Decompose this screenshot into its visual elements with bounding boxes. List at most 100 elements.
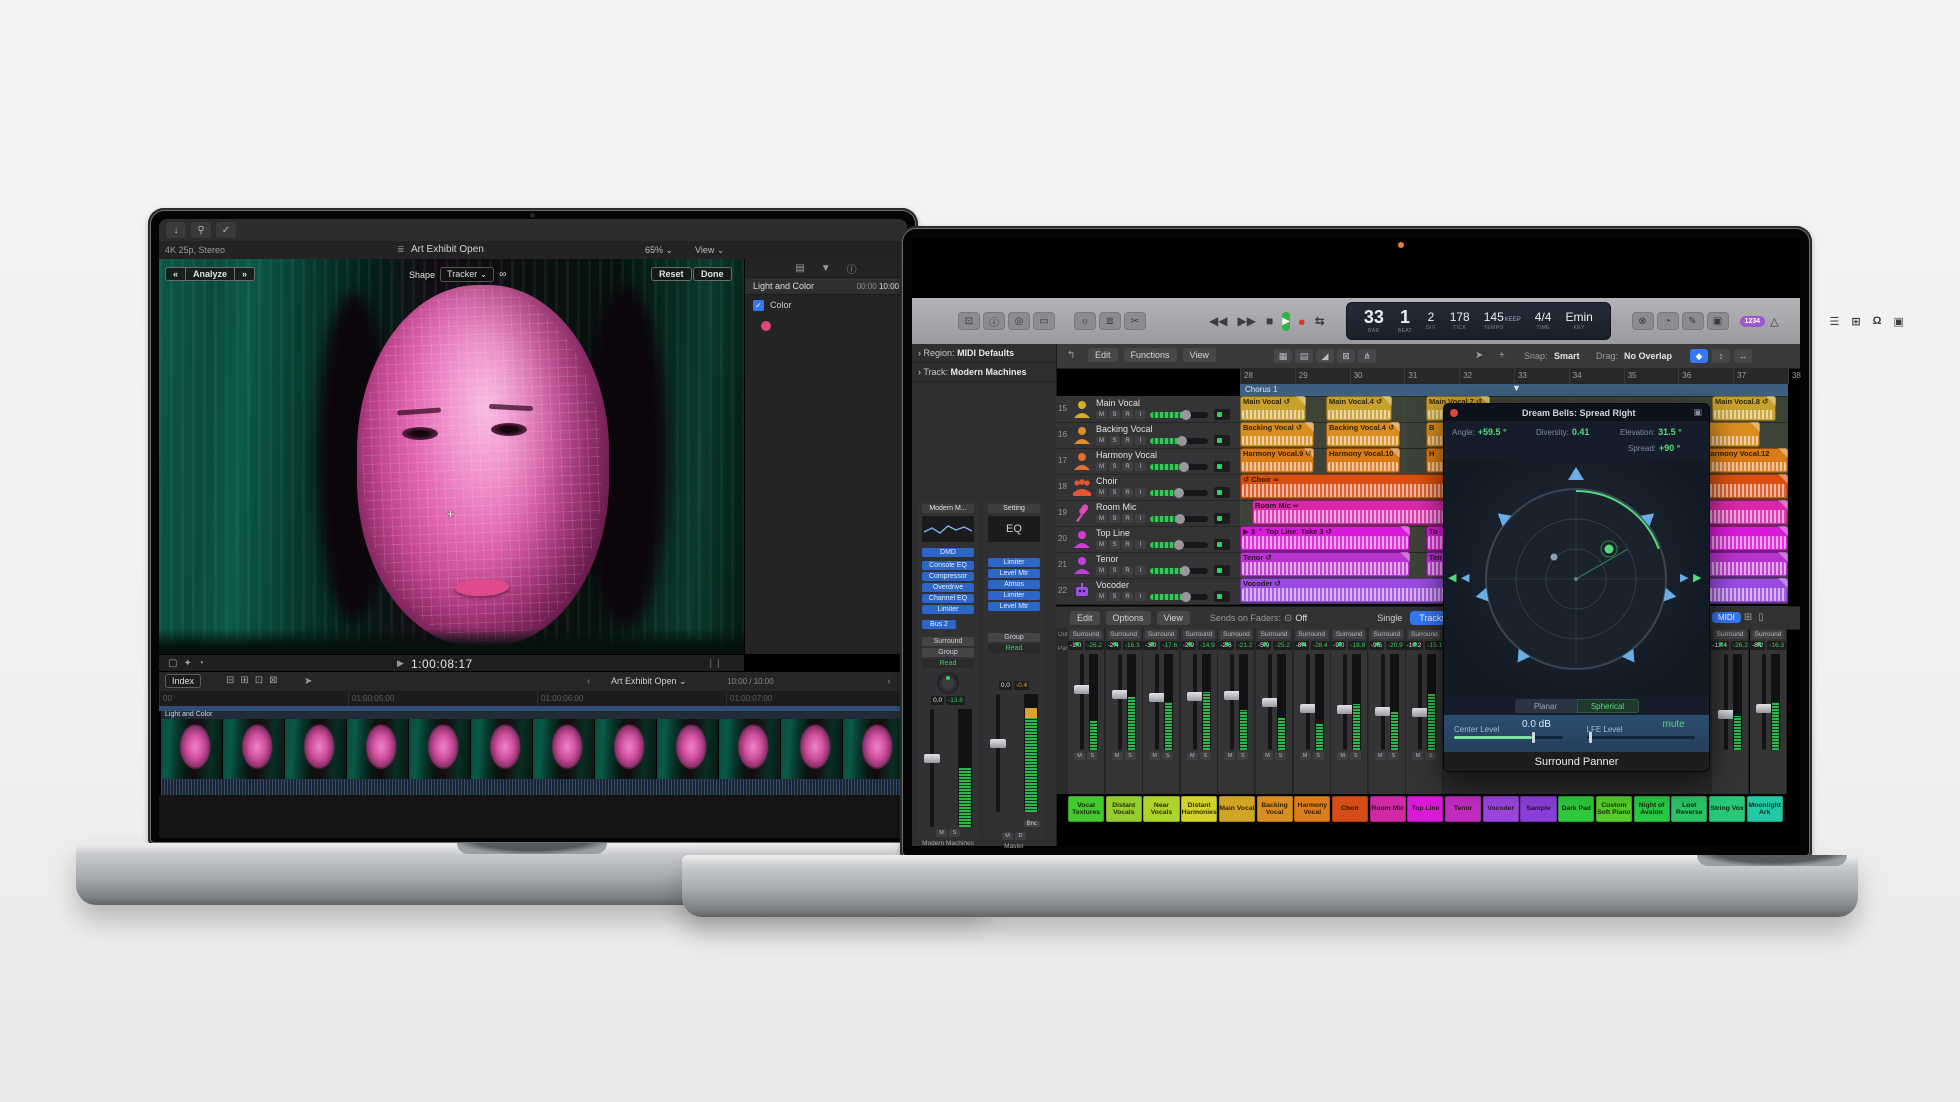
rewind-icon[interactable]: ◀◀ [1209, 314, 1227, 328]
cycle-icon[interactable]: ⇆ [1315, 314, 1325, 328]
mute-button[interactable]: M [1224, 752, 1235, 760]
fader-cap[interactable] [1112, 690, 1128, 699]
output-slot[interactable]: Surround [922, 637, 974, 646]
mute-button[interactable]: M [1096, 436, 1107, 445]
automation-mode[interactable]: Read [922, 659, 974, 668]
view-mode-icon[interactable]: ⋔ [1358, 349, 1376, 363]
view-dropdown[interactable]: View ⌄ [695, 245, 724, 256]
transport-view-icon[interactable]: ◎ [1008, 312, 1030, 330]
record-enable-button[interactable]: R [1122, 514, 1133, 523]
solo-button[interactable]: S [1109, 436, 1120, 445]
track-volume-slider[interactable] [1150, 516, 1208, 522]
channel-name-button[interactable]: String Vox [1709, 796, 1745, 822]
import-icon[interactable]: ↓ [165, 221, 187, 239]
pointer-tool-icon[interactable]: ➤ [1475, 350, 1483, 361]
track-header[interactable]: 18 Choir M S R I [1056, 474, 1240, 501]
fx-slot[interactable]: Limiter [988, 558, 1040, 567]
fader-cap[interactable] [1718, 710, 1734, 719]
input-monitor-button[interactable]: I [1135, 462, 1146, 471]
channel-name-button[interactable]: Dark Pad [1558, 796, 1594, 822]
channel-name-button[interactable]: Distant Vocals [1106, 796, 1142, 822]
drag-value[interactable]: No Overlap [1624, 351, 1672, 361]
mute-button[interactable]: M [936, 829, 947, 837]
vertical-zoom-icon[interactable]: ↕ [1712, 349, 1730, 363]
mixer-channel-strip[interactable]: Surround -9.6-20.9 M S [1369, 628, 1406, 794]
transport-view-icon[interactable]: ⊡ [958, 312, 980, 330]
solo-button[interactable]: S [1109, 488, 1120, 497]
dim-button[interactable]: D [1015, 832, 1026, 840]
pan-knob[interactable] [937, 672, 959, 694]
clip-tool-icon[interactable]: ⊠ [269, 675, 277, 686]
fx-slot[interactable]: Compressor [922, 572, 974, 581]
clip-tool-icon[interactable]: ⊞ [240, 675, 248, 686]
inspector-tab-icon[interactable]: ▼ [821, 263, 831, 274]
track-volume-slider[interactable] [1150, 594, 1208, 600]
mixer-channel-strip[interactable]: Surround -9.0-18.8 M S [1331, 628, 1368, 794]
channel-name-button[interactable]: Sample [1520, 796, 1556, 822]
solo-button[interactable]: S [1162, 752, 1173, 760]
viewer-tool-icon[interactable]: ✦ [183, 658, 191, 669]
planar-button[interactable]: Planar [1515, 699, 1577, 713]
fader-cap[interactable] [924, 754, 940, 763]
midi-button[interactable]: MIDI [1712, 612, 1741, 623]
mixer-channel-strip[interactable]: Surround -5.9-25.2 M S [1256, 628, 1293, 794]
audio-region[interactable]: Harmony Vocal.10 [1326, 448, 1400, 473]
transport-icon[interactable]: ⊗ [1632, 312, 1654, 330]
play-icon[interactable]: ▶ [397, 658, 404, 669]
mixer-channel-strip[interactable]: Surround -2.9-14.9 M S [1181, 628, 1218, 794]
track-header[interactable]: 16 Backing Vocal M S R I [1056, 422, 1240, 449]
menu-button[interactable]: View [1183, 348, 1216, 362]
fader-cap[interactable] [1300, 704, 1316, 713]
record-enable-button[interactable]: R [1122, 566, 1133, 575]
input-monitor-button[interactable]: I [1135, 592, 1146, 601]
mute-button[interactable]: M [1262, 752, 1273, 760]
output-button[interactable]: Surround [1714, 630, 1746, 639]
region-inspector-row[interactable]: › Region: MIDI Defaults [912, 344, 1056, 363]
record-enable-button[interactable]: R [1122, 410, 1133, 419]
panner-field[interactable]: ◀ ◀ ▶ ▶ [1444, 461, 1709, 697]
midi-view-icon[interactable]: ⊞ [1744, 612, 1752, 623]
solo-button[interactable]: S [1109, 462, 1120, 471]
mixer-channel-strip[interactable]: Surround -8.4-28.4 M S [1294, 628, 1331, 794]
menu-button[interactable]: Edit [1088, 348, 1118, 362]
output-button[interactable]: Surround [1108, 630, 1140, 639]
transport-view-icon[interactable]: ▭ [1033, 312, 1055, 330]
sends-value-dropdown[interactable]: Off [1295, 613, 1307, 623]
lcd-display[interactable]: 33 BAR 1 BEAT 2 DIV [1346, 302, 1611, 340]
fader-cap[interactable] [1187, 692, 1203, 701]
output-button[interactable]: Surround [1408, 630, 1440, 639]
fader-zone[interactable] [1222, 654, 1250, 750]
fader-zone[interactable] [1298, 654, 1326, 750]
mute-button[interactable]: M [1096, 410, 1107, 419]
fader-zone[interactable] [1754, 654, 1782, 750]
fader-zone[interactable] [1147, 654, 1175, 750]
mute-button[interactable]: M [1300, 752, 1311, 760]
fit-icons[interactable]: ❘❘ [707, 658, 722, 669]
fx-slot[interactable]: Atmos [988, 580, 1040, 589]
channel-name-button[interactable]: Harmony Vocal [1294, 796, 1330, 822]
plugin-window-icon[interactable]: ▣ [1693, 407, 1702, 418]
color-puck[interactable] [761, 321, 771, 331]
stop-icon[interactable]: ■ [1266, 314, 1273, 328]
zoom-level-dropdown[interactable]: 65% ⌄ [645, 245, 673, 256]
record-enable-button[interactable]: R [1122, 436, 1133, 445]
fx-slot[interactable]: Level Mtr [988, 569, 1040, 578]
mute-button[interactable]: M [1337, 752, 1348, 760]
solo-button[interactable]: S [1109, 592, 1120, 601]
timeline-ruler[interactable]: 0001:00:05:0001:00:06:0001:00:07:00 [159, 691, 907, 706]
step-forward-icon[interactable]: » [234, 267, 255, 281]
mute-button[interactable]: M [1096, 488, 1107, 497]
mixer-menu-button[interactable]: View [1157, 611, 1190, 625]
mixer-channel-strip[interactable]: Surround -10.2-15.1 M S [1406, 628, 1443, 794]
audio-waveform-track[interactable] [161, 779, 905, 795]
channel-name-button[interactable]: Vocoder [1483, 796, 1519, 822]
solo-button[interactable]: S [1087, 752, 1098, 760]
fx-slot[interactable]: Channel EQ [922, 594, 974, 603]
panel-toggle-icon[interactable]: ≣ [1099, 312, 1121, 330]
window-icon[interactable]: Ω [1873, 315, 1882, 327]
input-monitor-button[interactable]: I [1135, 488, 1146, 497]
play-button[interactable]: ▶ [1282, 312, 1290, 331]
track-volume-slider[interactable] [1150, 438, 1208, 444]
fx-slot[interactable]: Limiter [988, 591, 1040, 600]
clip-tool-icon[interactable]: ⊟ [226, 675, 234, 686]
